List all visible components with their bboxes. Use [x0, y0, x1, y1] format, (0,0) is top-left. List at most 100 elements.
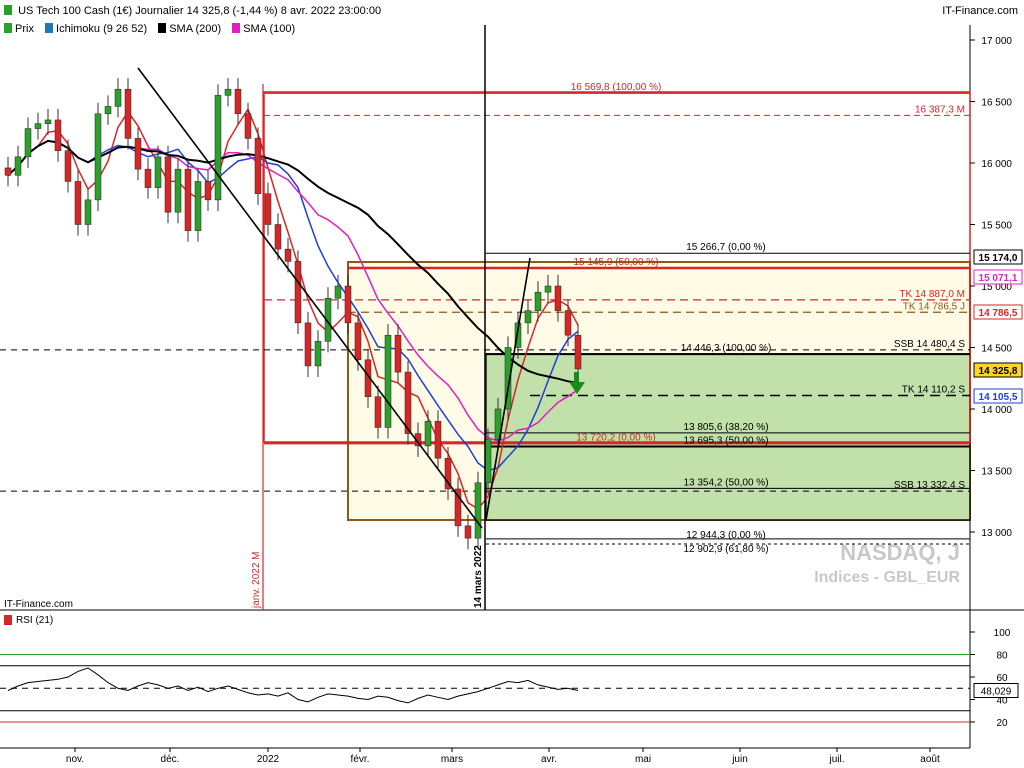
- rsi-tick-label: 80: [996, 651, 1008, 662]
- rsi-tick-label: 60: [996, 673, 1008, 684]
- candle-body: [224, 88, 232, 96]
- level-label: 16 387,3 M: [915, 104, 965, 115]
- candle-body: [204, 181, 212, 201]
- x-tick-label: avr.: [541, 754, 557, 765]
- rsi-line: [7, 667, 579, 704]
- candle-body: [274, 224, 282, 250]
- level-label: 12 944,3 (0,00 %): [686, 530, 766, 541]
- x-tick-label: déc.: [161, 754, 180, 765]
- candle-body: [334, 285, 342, 299]
- level-label: TK 14 110,2 S: [902, 384, 966, 395]
- level-label: 15 145,9 (50,00 %): [573, 257, 658, 268]
- candle-body: [564, 310, 572, 336]
- rsi-panel: 2040608010048,029: [0, 628, 1019, 729]
- candle-body: [104, 106, 112, 115]
- candle-body: [544, 285, 552, 293]
- candle-body: [54, 119, 62, 151]
- candle-body: [4, 167, 12, 176]
- candle-body: [384, 334, 392, 428]
- candle-body: [234, 88, 242, 115]
- x-tick-label: juil.: [828, 754, 844, 765]
- marker-label-janv: janv. 2022 M: [251, 551, 262, 609]
- candle-body: [294, 261, 302, 324]
- rsi-label: RSI (21): [16, 615, 53, 626]
- y-axis: 13 00013 50014 00014 50015 00015 50016 0…: [970, 36, 1012, 539]
- candle-body: [44, 119, 52, 124]
- candle-body: [484, 439, 492, 484]
- x-tick-label: 2022: [257, 754, 280, 765]
- price-box-label: 14 786,5: [979, 308, 1018, 319]
- candle-body: [524, 310, 532, 324]
- price-box-label: 14 105,5: [979, 392, 1018, 403]
- level-label: SSB 13 332,4 S: [894, 480, 965, 491]
- y-tick-label: 16 000: [981, 159, 1012, 170]
- candle-body: [184, 168, 192, 231]
- y-tick-label: 16 500: [981, 98, 1012, 109]
- y-tick-label: 14 500: [981, 344, 1012, 355]
- level-label: 12 902,9 (61,80 %): [683, 544, 768, 555]
- watermark-subtitle: Indices - GBL_EUR: [814, 569, 960, 586]
- candle-body: [134, 138, 142, 170]
- candle-body: [154, 156, 162, 188]
- candle-body: [554, 285, 562, 311]
- price-chart[interactable]: 16 569,8 (100,00 %) 16 387,3 M 15 266,7 (0…: [0, 0, 1024, 768]
- rsi-current-label: 48,029: [981, 687, 1012, 698]
- candle-body: [534, 291, 542, 311]
- candle-body: [124, 88, 132, 139]
- price-box-label: 15 071,1: [979, 273, 1018, 284]
- candle-body: [394, 334, 402, 373]
- price-boxes: 15 174,0 15 071,1 14 786,5 14 325,8 14 105,5: [973, 249, 1023, 404]
- candle-body: [314, 341, 322, 367]
- candle-body: [304, 322, 312, 367]
- candle-body: [474, 482, 482, 539]
- level-label: 15 266,7 (0,00 %): [686, 242, 766, 253]
- candle-body: [284, 248, 292, 262]
- level-label: TK 14 786,5 J: [903, 301, 965, 312]
- price-box-label: 15 174,0: [979, 253, 1018, 264]
- y-tick-label: 13 500: [981, 467, 1012, 478]
- level-label: 13 695,3 (50,00 %): [683, 435, 768, 446]
- candle-body: [374, 396, 382, 428]
- candle-body: [354, 322, 362, 361]
- y-tick-label: 14 000: [981, 405, 1012, 416]
- candle-body: [64, 150, 72, 182]
- level-label: 13 354,2 (50,00 %): [683, 477, 768, 488]
- candle-body: [174, 168, 182, 213]
- candle-body: [194, 181, 202, 231]
- x-axis: nov. déc. 2022 févr. mars avr. mai juin juil. aoû…: [66, 748, 940, 765]
- x-tick-label: août: [920, 754, 940, 765]
- y-tick-label: 17 000: [981, 36, 1012, 47]
- candle-body: [264, 193, 272, 225]
- candle-body: [434, 421, 442, 459]
- marker-label-mars: 14 mars 2022: [473, 545, 484, 608]
- candle-body: [34, 123, 42, 129]
- x-tick-label: févr.: [351, 754, 370, 765]
- candle-body: [244, 113, 252, 139]
- candle-body: [14, 156, 22, 176]
- candle-body: [574, 334, 582, 370]
- candle-body: [164, 156, 172, 213]
- candle-body: [254, 138, 262, 194]
- y-tick-label: 13 000: [981, 528, 1012, 539]
- level-label: TK 14 887,0 M: [899, 289, 965, 300]
- rsi-tick-label: 100: [994, 628, 1011, 639]
- x-tick-label: mars: [441, 754, 463, 765]
- x-tick-label: mai: [635, 754, 651, 765]
- candle-body: [144, 168, 152, 188]
- candle-body: [344, 285, 352, 324]
- watermark-title: NASDAQ, J: [840, 540, 960, 565]
- level-label: 16 569,8 (100,00 %): [571, 82, 662, 93]
- candle-body: [424, 421, 432, 447]
- rsi-swatch-icon: [4, 615, 12, 625]
- candle-body: [404, 371, 412, 434]
- level-label: 13 805,6 (38,20 %): [683, 422, 768, 433]
- level-label: 14 446,3 (100,00 %): [681, 343, 772, 354]
- candle-body: [114, 88, 122, 107]
- price-box-label: 14 325,8: [979, 366, 1018, 377]
- level-label: 13 720,2 (0,00 %): [576, 432, 656, 443]
- y-tick-label: 15 500: [981, 221, 1012, 232]
- candle-body: [24, 128, 32, 158]
- candle-body: [94, 113, 102, 201]
- candle-body: [464, 525, 472, 539]
- footer-brand[interactable]: IT-Finance.com: [4, 599, 73, 610]
